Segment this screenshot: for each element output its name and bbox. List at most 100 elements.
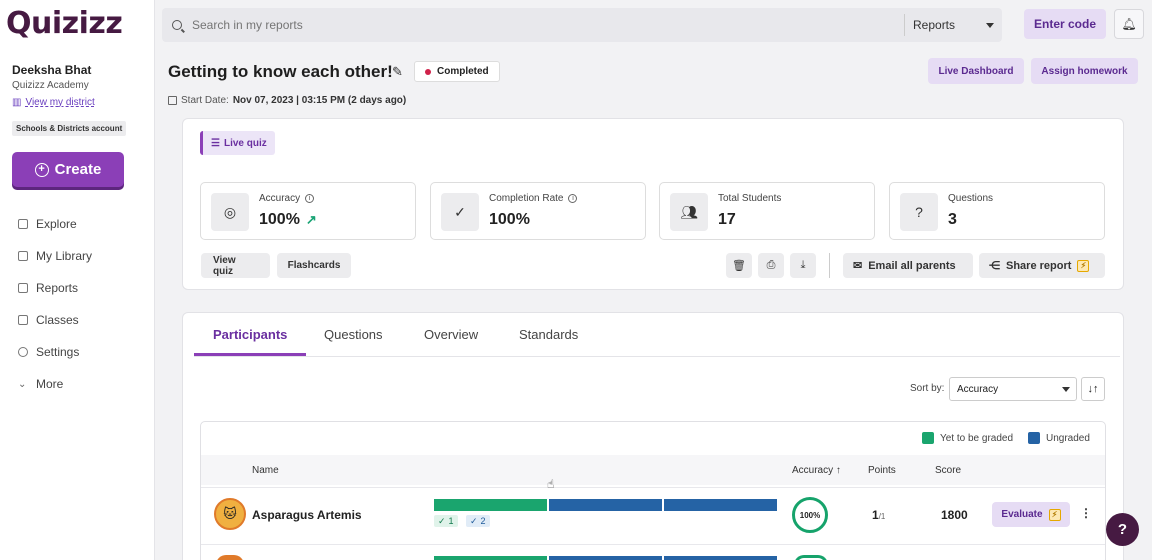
- tab-divider: [194, 356, 1120, 357]
- more-options-icon[interactable]: ⋮: [1080, 506, 1092, 520]
- progress-segment-ungraded: [664, 499, 777, 511]
- sidebar-item-explore[interactable]: Explore: [18, 208, 92, 240]
- sidebar-item-reports[interactable]: Reports: [18, 272, 92, 304]
- help-button[interactable]: ?: [1106, 513, 1139, 546]
- stat-label: Total Students: [718, 193, 782, 204]
- sort-arrows-icon: ↓↑: [1087, 383, 1099, 395]
- mail-icon: ✉: [853, 260, 863, 272]
- quizizz-logo[interactable]: Quizizz: [6, 6, 123, 41]
- sidebar-item-settings[interactable]: Settings: [18, 336, 92, 368]
- check-circle-icon: ✓: [441, 193, 479, 231]
- page-title: Getting to know each other!: [168, 62, 393, 81]
- sidebar-item-my-library[interactable]: My Library: [18, 240, 92, 272]
- column-header-accuracy[interactable]: Accuracy ↑: [792, 465, 841, 476]
- avatar: 🐱︎: [214, 498, 246, 530]
- legend-ungraded: Ungraded: [1028, 432, 1090, 444]
- sort-direction-button[interactable]: ↓↑: [1081, 377, 1105, 401]
- search-bar: Reports: [162, 8, 1002, 42]
- target-icon: ◎: [211, 193, 249, 231]
- divider: [829, 253, 830, 278]
- sidebar-item-label: More: [36, 377, 64, 391]
- sidebar-item-classes[interactable]: Classes: [18, 304, 92, 336]
- points-earned: 1: [872, 508, 879, 522]
- sidebar: Quizizz Deeksha Bhat Quizizz Academy ▥ V…: [0, 0, 155, 560]
- pointer-cursor-icon: ☝︎: [547, 477, 555, 491]
- points-total: /1: [878, 512, 886, 521]
- view-quiz-button[interactable]: View quiz: [201, 253, 270, 278]
- stat-label: Accuracy: [259, 193, 301, 204]
- create-label: Create: [54, 161, 102, 178]
- tab-overview[interactable]: Overview: [424, 327, 478, 342]
- check-icon: ✓: [470, 515, 478, 526]
- sort-label: Sort by:: [910, 383, 945, 394]
- reports-icon: [18, 283, 28, 293]
- quiz-type-tag: ☰ Live quiz: [200, 131, 275, 155]
- view-district-label: View my district: [25, 97, 95, 108]
- participant-name[interactable]: Asparagus Artemis: [252, 508, 362, 522]
- evaluate-button[interactable]: Evaluate ⚡︎: [992, 502, 1070, 527]
- download-button[interactable]: ⤓: [790, 253, 816, 278]
- stat-value: 100%: [259, 211, 300, 228]
- column-header-points: Points: [868, 465, 896, 476]
- delete-button[interactable]: 🗑︎: [726, 253, 752, 278]
- status-badge: Completed: [414, 61, 500, 82]
- ungraded-count: ✓ 2: [466, 515, 490, 527]
- tab-participants[interactable]: Participants: [213, 327, 287, 342]
- account-badge: Schools & Districts account: [12, 121, 127, 136]
- notifications-button[interactable]: 🔔︎: [1114, 9, 1144, 39]
- download-icon: ⤓: [800, 259, 806, 271]
- evaluate-label: Evaluate: [1001, 509, 1043, 520]
- print-button[interactable]: ⎙: [758, 253, 784, 278]
- user-name: Deeksha Bhat: [12, 63, 92, 77]
- tab-standards[interactable]: Standards: [519, 327, 578, 342]
- edit-icon[interactable]: ✎: [392, 64, 403, 80]
- flashcards-button[interactable]: Flashcards: [277, 253, 351, 278]
- info-icon[interactable]: i: [568, 194, 578, 203]
- users-icon: 👥︎: [670, 193, 708, 231]
- assign-homework-button[interactable]: Assign homework: [1031, 58, 1138, 84]
- stat-completion-rate: ✓ Completion Rate i 100%: [430, 182, 646, 240]
- start-date-value: Nov 07, 2023 | 03:15 PM (2 days ago): [232, 95, 407, 106]
- search-scope-select[interactable]: Reports: [904, 14, 1000, 36]
- stat-label: Questions: [948, 193, 994, 204]
- enter-code-button[interactable]: Enter code: [1024, 9, 1106, 39]
- sidebar-item-label: Reports: [36, 281, 79, 295]
- table-header: [201, 455, 1105, 485]
- progress-segment-ungraded: [664, 556, 777, 560]
- caret-down-icon: [1062, 386, 1070, 392]
- tab-questions[interactable]: Questions: [324, 327, 383, 342]
- stat-value: 3: [948, 211, 957, 228]
- active-tab-indicator: [194, 353, 306, 356]
- create-button[interactable]: + Create: [12, 152, 124, 187]
- stat-total-students: 👥︎ Total Students 17: [659, 182, 875, 240]
- legend-swatch: [922, 432, 934, 444]
- arrow-up-icon: ↑: [835, 465, 841, 476]
- progress-segment-ungraded: [549, 499, 662, 511]
- share-report-button[interactable]: ⋲ Share report ⚡︎: [979, 253, 1105, 278]
- quiz-type-label: Live quiz: [223, 137, 267, 149]
- points-value: 1/1: [872, 508, 885, 522]
- progress-segment-ungraded: [549, 556, 662, 560]
- building-icon: ▥: [12, 97, 22, 108]
- lightning-icon: ⚡︎: [1048, 508, 1061, 521]
- sidebar-item-label: My Library: [36, 249, 93, 263]
- compass-icon: [18, 219, 28, 229]
- legend-yet-to-grade: Yet to be graded: [922, 432, 1013, 444]
- live-dashboard-button[interactable]: Live Dashboard: [928, 58, 1024, 84]
- legend-label: Ungraded: [1046, 432, 1090, 444]
- question-circle-icon: ?: [900, 193, 938, 231]
- trend-up-icon: ↗: [305, 212, 317, 227]
- search-input[interactable]: [192, 18, 892, 32]
- share-icon: ⋲: [989, 260, 1000, 272]
- sidebar-item-more[interactable]: ⌄ More: [18, 368, 92, 400]
- sort-select[interactable]: Accuracy: [949, 377, 1077, 401]
- view-district-link[interactable]: ▥ View my district: [12, 97, 95, 108]
- search-icon: [172, 20, 182, 30]
- check-icon: ✓: [438, 515, 446, 526]
- info-icon[interactable]: i: [305, 194, 315, 203]
- lightning-icon: ⚡︎: [1077, 259, 1090, 272]
- score-value: 1800: [941, 508, 968, 522]
- email-parents-button[interactable]: ✉ Email all parents: [843, 253, 973, 278]
- column-header-name: Name: [252, 465, 279, 476]
- count-value: 2: [480, 516, 486, 526]
